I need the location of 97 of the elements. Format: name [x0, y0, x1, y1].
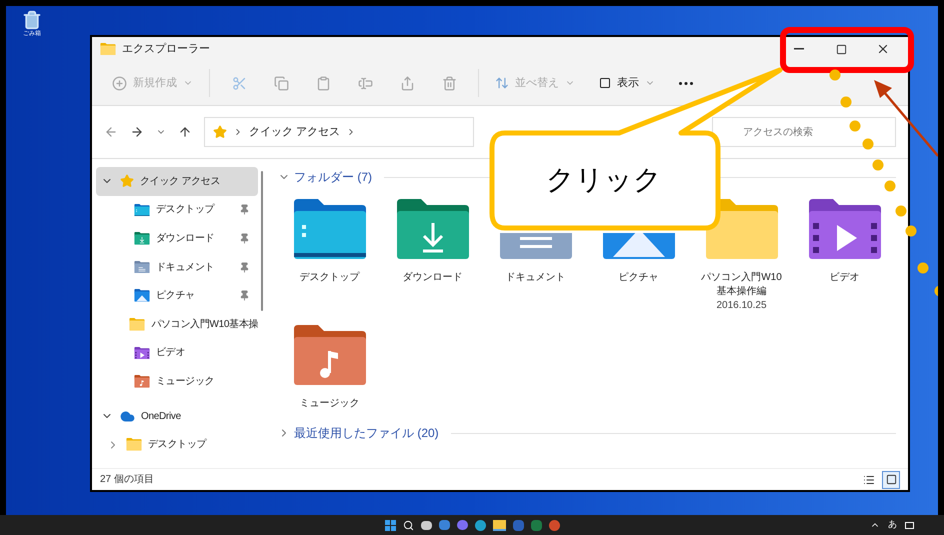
folder-name: パソコン入門W10基本操作編	[700, 271, 783, 299]
picture-folder-icon	[134, 289, 150, 302]
sidebar-label: ピクチャ	[156, 289, 196, 304]
excel-icon[interactable]	[530, 520, 542, 530]
powerpoint-icon[interactable]	[548, 520, 560, 530]
file-explorer-icon[interactable]	[492, 520, 506, 530]
widgets-icon[interactable]	[438, 520, 450, 530]
folder-icon	[126, 438, 142, 451]
group-header[interactable]: 最近使用したファイル (20)	[294, 424, 439, 442]
sidebar-item[interactable]: OneDrive	[96, 402, 258, 430]
share-icon	[400, 76, 414, 90]
plus-icon	[112, 76, 127, 90]
dot	[840, 96, 852, 108]
folder-name: ミュージック	[298, 397, 360, 411]
sidebar-item[interactable]: ビデオ	[96, 338, 258, 368]
sidebar-item[interactable]: ミュージック	[96, 367, 258, 396]
sidebar-item[interactable]: ダウンロード	[96, 224, 258, 253]
search-field[interactable]: アクセスの検索	[712, 117, 896, 147]
folder-icon	[100, 42, 116, 56]
sidebar-label: ダウンロード	[156, 232, 216, 246]
desktop-folder-icon	[134, 204, 150, 216]
sidebar-item[interactable]: ピクチャ	[96, 281, 258, 310]
item-count: 27 個の項目	[100, 473, 154, 487]
maximize-icon	[836, 44, 846, 54]
sidebar-label: デスクトップ	[156, 202, 216, 218]
start-icon[interactable]	[384, 520, 396, 530]
dot	[872, 160, 884, 170]
folder-name: ピクチャ	[618, 271, 660, 285]
network-icon[interactable]	[905, 522, 914, 528]
dot	[884, 180, 896, 192]
breadcrumb[interactable]: クイック アクセス	[249, 124, 340, 140]
folder-name: ドキュメント	[504, 271, 566, 285]
video-folder-icon	[134, 346, 150, 360]
tiles-view-button[interactable]	[882, 470, 900, 488]
view-icon	[599, 77, 611, 89]
dot	[906, 226, 916, 236]
folder-name: ダウンロード	[402, 271, 464, 285]
dot	[918, 262, 928, 274]
folder-icon	[600, 233, 676, 259]
minimize-icon	[794, 48, 804, 50]
close-icon	[876, 42, 890, 56]
cloud-icon	[120, 408, 135, 424]
sidebar-item[interactable]: デスクトップ	[96, 196, 258, 224]
document-folder-icon	[134, 260, 150, 274]
sidebar-item[interactable]: デスクトップ	[96, 430, 258, 459]
folder-name: ビデオ	[828, 271, 860, 285]
word-icon[interactable]	[512, 520, 524, 530]
sidebar-item[interactable]: パソコン入門W10基本操	[96, 310, 258, 339]
browser-icon[interactable]	[474, 520, 486, 530]
dot	[896, 206, 906, 216]
recycle-bin-icon[interactable]	[22, 10, 42, 30]
folder-icon	[129, 318, 146, 331]
more-icon	[679, 82, 693, 84]
folder-name: デスクトップ	[298, 271, 361, 285]
copy-icon	[274, 76, 288, 90]
address-bar[interactable]: クイック アクセス	[204, 117, 474, 147]
star-icon	[213, 125, 227, 139]
paste-icon	[316, 76, 330, 90]
sidebar-label: ミュージック	[156, 374, 216, 389]
delete-icon	[442, 76, 456, 90]
ime-indicator[interactable]: あ	[888, 518, 897, 532]
chat-icon[interactable]	[456, 520, 468, 530]
forward-icon[interactable]	[130, 125, 144, 139]
dot	[850, 120, 860, 132]
sidebar-label: OneDrive	[141, 410, 182, 424]
up-icon[interactable]	[178, 125, 192, 139]
folder-icon	[704, 199, 780, 259]
folder-icon	[292, 325, 368, 385]
sidebar-label: ビデオ	[156, 346, 186, 360]
callout-text: クリック	[546, 163, 662, 197]
sidebar-item[interactable]: クイック アクセス	[96, 167, 258, 196]
folder-icon	[292, 199, 368, 259]
sidebar-label: デスクトップ	[148, 438, 208, 452]
back-icon[interactable]	[104, 125, 118, 139]
sidebar-label: ドキュメント	[156, 260, 216, 275]
dot	[862, 138, 874, 150]
music-folder-icon	[134, 375, 150, 388]
folder-icon	[806, 199, 882, 259]
rename-icon	[358, 76, 372, 90]
star-icon	[120, 174, 134, 188]
sidebar-label: クイック アクセス	[140, 174, 222, 189]
folder-icon	[394, 199, 470, 259]
folder-date: 2016.10.25	[716, 299, 767, 313]
dot	[830, 70, 840, 80]
tiles-icon	[886, 474, 896, 485]
cut-icon	[232, 76, 246, 90]
sort-icon	[495, 76, 509, 90]
sidebar-label: パソコン入門W10基本操	[151, 318, 258, 332]
group-header[interactable]: フォルダー (7)	[294, 168, 372, 186]
view-button[interactable]: 表示	[591, 67, 663, 99]
task-view-icon[interactable]	[420, 520, 432, 530]
folder-icon	[498, 233, 574, 259]
download-folder-icon	[134, 232, 150, 245]
sidebar-item[interactable]: ドキュメント	[96, 252, 258, 282]
window-title: エクスプローラー	[122, 42, 210, 57]
search-icon[interactable]	[402, 520, 414, 530]
scrollbar-thumb[interactable]	[261, 171, 264, 311]
